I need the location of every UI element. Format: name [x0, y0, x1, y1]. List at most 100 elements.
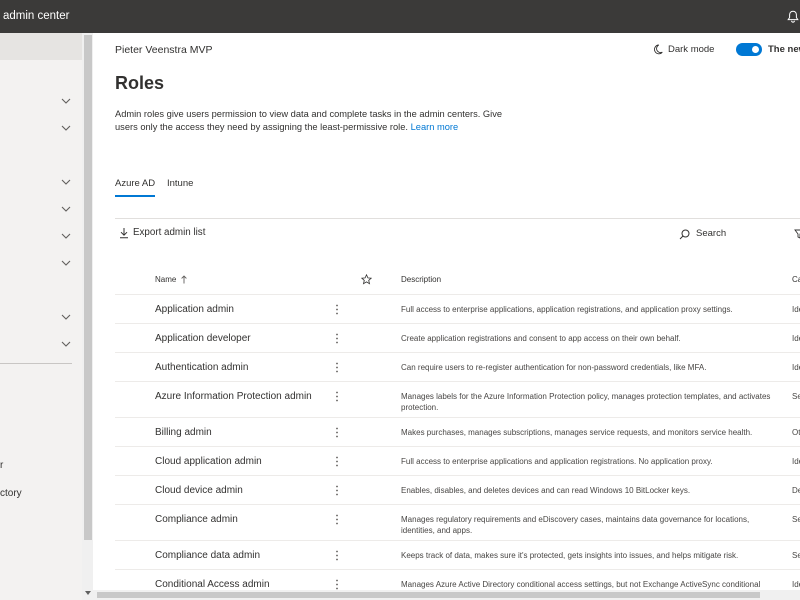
toggle-knob	[752, 46, 759, 53]
role-category: Ide	[792, 305, 800, 314]
learn-more-link[interactable]: Learn more	[411, 122, 459, 132]
role-description: Create application registrations and con…	[401, 334, 681, 343]
more-options-icon[interactable]	[335, 362, 339, 373]
app-title[interactable]: admin center	[3, 10, 69, 23]
role-name: Application admin	[155, 304, 234, 315]
more-options-icon[interactable]	[335, 485, 339, 496]
table-row[interactable]: Cloud application admin Full access to e…	[115, 447, 800, 476]
chevron-down-icon	[61, 179, 71, 185]
role-name: Azure Information Protection admin	[155, 391, 312, 402]
role-description: Full access to enterprise applications a…	[401, 457, 713, 466]
sidebar-group[interactable]	[0, 303, 80, 330]
filter-button[interactable]	[794, 229, 800, 240]
chevron-down-icon	[61, 341, 71, 347]
role-description: Manages regulatory requirements and eDis…	[401, 515, 750, 535]
role-name: Cloud device admin	[155, 485, 243, 496]
role-description: Full access to enterprise applications, …	[401, 305, 733, 314]
tab-intune[interactable]: Intune	[167, 178, 193, 190]
export-admin-list-button[interactable]: Export admin list	[118, 226, 210, 241]
role-description: Enables, disables, and deletes devices a…	[401, 486, 691, 495]
chevron-down-icon	[61, 314, 71, 320]
new-admin-center-label: The new	[768, 44, 800, 55]
export-admin-list-label: Export admin list	[133, 227, 206, 238]
horizontal-scrollbar-thumb[interactable]	[97, 592, 760, 598]
sidebar-group[interactable]	[0, 195, 80, 222]
download-icon	[119, 227, 129, 239]
column-header-category[interactable]: Ca	[792, 274, 800, 286]
chevron-down-icon	[61, 260, 71, 266]
chevron-down-icon	[61, 233, 71, 239]
role-name: Compliance data admin	[155, 550, 261, 561]
selected-tab-indicator	[115, 195, 155, 197]
more-options-icon[interactable]	[335, 333, 339, 344]
role-name: Application developer	[155, 333, 251, 344]
role-category: Se	[792, 392, 800, 401]
sort-ascending-icon[interactable]	[181, 275, 187, 284]
role-name: Cloud application admin	[155, 456, 262, 467]
column-header-name[interactable]: Name	[155, 274, 176, 286]
more-options-icon[interactable]	[335, 579, 339, 590]
chevron-down-icon	[61, 125, 71, 131]
role-description: Can require users to re-register authent…	[401, 363, 707, 372]
sidebar-group[interactable]	[0, 87, 80, 114]
moon-icon[interactable]	[653, 44, 663, 55]
tab-azure-ad[interactable]: Azure AD	[115, 178, 155, 190]
role-name: Billing admin	[155, 427, 212, 438]
org-name: Pieter Veenstra MVP	[115, 44, 213, 56]
table-row[interactable]: Compliance data admin Keeps track of dat…	[115, 541, 800, 570]
sidebar-item-label[interactable]: ctory	[0, 488, 22, 500]
sidebar-group[interactable]	[0, 330, 80, 357]
search-label: Search	[696, 228, 727, 239]
sidebar-divider	[0, 363, 72, 364]
sidebar-group[interactable]	[0, 222, 80, 249]
table-row[interactable]: Application developer Create application…	[115, 324, 800, 353]
table-header-row: Name Description Ca	[115, 265, 800, 295]
table-row[interactable]: Authentication admin Can require users t…	[115, 353, 800, 382]
sidebar-group[interactable]	[0, 249, 80, 276]
role-category: Ide	[792, 334, 800, 343]
dark-mode-button[interactable]: Dark mode	[668, 44, 714, 56]
table-row[interactable]: Application admin Full access to enterpr…	[115, 295, 800, 324]
chevron-down-icon	[61, 206, 71, 212]
sidebar-scrollbar-thumb[interactable]	[84, 35, 92, 540]
search-button[interactable]: Search	[678, 227, 730, 242]
roles-table: Name Description Ca Application admin Fu…	[115, 265, 800, 600]
star-icon[interactable]	[361, 274, 372, 285]
search-icon	[679, 229, 690, 240]
role-category: Ide	[792, 580, 800, 589]
role-category: Se	[792, 551, 800, 560]
page-description: Admin roles give users permission to vie…	[115, 108, 510, 134]
top-bar: admin center	[0, 0, 800, 33]
sidebar-group[interactable]	[0, 114, 80, 141]
role-category: Se	[792, 515, 800, 524]
role-category: Ide	[792, 457, 800, 466]
column-header-description[interactable]: Description	[401, 274, 441, 286]
admin-center-window: admin center r ctory Pieter Veenstra MVP	[0, 0, 800, 600]
table-row[interactable]: Azure Information Protection admin Manag…	[115, 382, 800, 418]
more-options-icon[interactable]	[335, 304, 339, 315]
new-admin-center-toggle[interactable]	[736, 43, 762, 56]
sidebar-item-label[interactable]: r	[0, 460, 3, 472]
scroll-down-arrow-icon[interactable]	[84, 590, 92, 596]
more-options-icon[interactable]	[335, 427, 339, 438]
role-name: Authentication admin	[155, 362, 249, 373]
role-category: Ide	[792, 363, 800, 372]
bell-icon[interactable]	[787, 10, 799, 23]
more-options-icon[interactable]	[335, 550, 339, 561]
table-row[interactable]: Cloud device admin Enables, disables, an…	[115, 476, 800, 505]
sidebar-group[interactable]	[0, 168, 80, 195]
tab-divider	[115, 218, 800, 219]
more-options-icon[interactable]	[335, 391, 339, 402]
role-description: Manages labels for the Azure Information…	[401, 392, 771, 412]
role-category: De	[792, 486, 800, 495]
more-options-icon[interactable]	[335, 456, 339, 467]
chevron-down-icon	[61, 98, 71, 104]
role-category: Ot	[792, 428, 800, 437]
more-options-icon[interactable]	[335, 514, 339, 525]
table-row[interactable]: Billing admin Makes purchases, manages s…	[115, 418, 800, 447]
role-description: Manages Azure Active Directory condition…	[401, 580, 761, 589]
page-title: Roles	[115, 73, 165, 93]
role-description: Makes purchases, manages subscriptions, …	[401, 428, 753, 437]
sidebar-top-item[interactable]	[0, 33, 82, 60]
table-row[interactable]: Compliance admin Manages regulatory requ…	[115, 505, 800, 541]
